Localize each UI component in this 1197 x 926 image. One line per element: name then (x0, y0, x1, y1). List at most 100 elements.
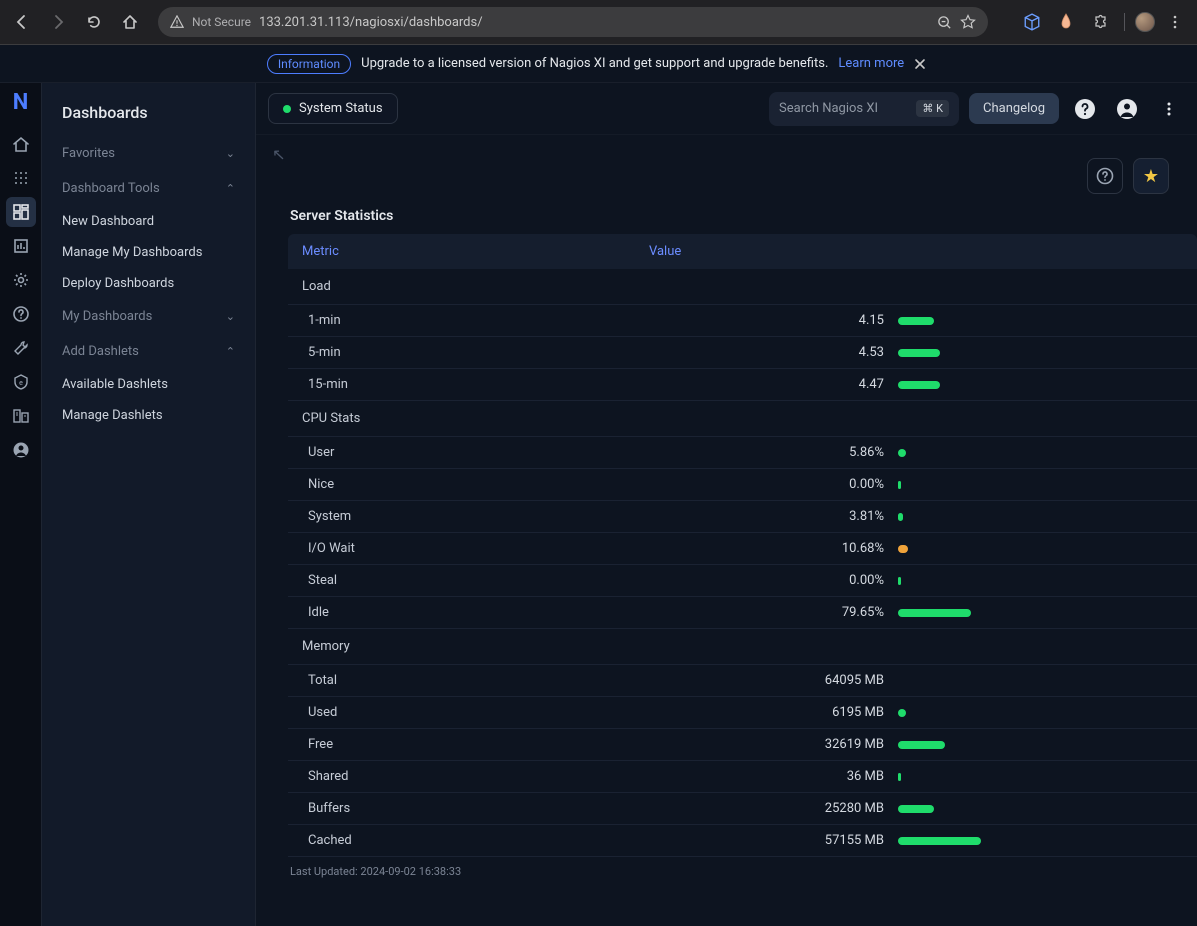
chrome-profile-avatar[interactable] (1135, 12, 1155, 32)
browser-forward-button[interactable] (44, 8, 72, 36)
metric-value: 32619 MB (608, 737, 898, 752)
sidebar-group-label: Favorites (62, 146, 115, 161)
chrome-separator (1124, 13, 1125, 31)
metric-name: Idle (308, 605, 608, 620)
progress-bar (898, 577, 901, 585)
sidebar: Dashboards Favorites ⌄ Dashboard Tools ⌃ New… (42, 83, 256, 926)
chevron-up-icon: ⌃ (226, 182, 235, 195)
expand-corner-icon[interactable]: ↖ (268, 145, 286, 165)
changelog-button[interactable]: Changelog (969, 93, 1059, 124)
metric-value: 4.47 (608, 377, 898, 392)
table-row: Shared36 MB (288, 761, 1197, 793)
browser-address-bar[interactable]: Not Secure 133.201.31.113/nagiosxi/dashb… (158, 7, 988, 37)
app-logo-icon[interactable]: N (8, 89, 34, 115)
address-security-label: Not Secure (192, 15, 251, 29)
browser-home-button[interactable] (116, 8, 144, 36)
dashlet-help-button[interactable] (1087, 158, 1123, 194)
zoom-indicator-icon[interactable] (937, 15, 952, 30)
svg-text:e: e (19, 379, 23, 387)
browser-reload-button[interactable] (80, 8, 108, 36)
progress-bar (898, 609, 971, 617)
metric-name: 1-min (308, 313, 608, 328)
progress-bar (898, 741, 945, 749)
progress-bar (898, 449, 906, 457)
metric-name: Cached (308, 833, 608, 848)
metric-name: 15-min (308, 377, 608, 392)
metric-name: 5-min (308, 345, 608, 360)
col-value[interactable]: Value (649, 244, 1183, 259)
chevron-down-icon: ⌄ (226, 310, 235, 323)
tab-system-status[interactable]: System Status (268, 93, 398, 124)
rail-home-icon[interactable] (6, 129, 36, 159)
rail-dashboards-icon[interactable] (6, 197, 36, 227)
rail-account-icon[interactable] (6, 435, 36, 465)
sidebar-item[interactable]: New Dashboard (42, 206, 255, 237)
metric-value: 4.53 (608, 345, 898, 360)
sidebar-group-label: Dashboard Tools (62, 181, 160, 196)
progress-bar (898, 381, 940, 389)
rail-admin-icon[interactable] (6, 401, 36, 431)
search-input[interactable]: Search Nagios XI ⌘ K (769, 92, 959, 126)
rail-tools-icon[interactable] (6, 333, 36, 363)
progress-bar (898, 349, 940, 357)
topbar-more-icon[interactable] (1153, 93, 1185, 125)
sidebar-group-label: My Dashboards (62, 309, 152, 324)
rail-reports-icon[interactable] (6, 231, 36, 261)
rail-help-icon[interactable] (6, 299, 36, 329)
metric-value: 5.86% (608, 445, 898, 460)
table-row: Free32619 MB (288, 729, 1197, 761)
metric-name: Free (308, 737, 608, 752)
sidebar-item[interactable]: Manage My Dashboards (42, 237, 255, 268)
not-secure-warning-icon (170, 15, 184, 29)
progress-bar (898, 773, 901, 781)
sidebar-group-label: Add Dashlets (62, 344, 139, 359)
metric-value: 0.00% (608, 477, 898, 492)
sidebar-item[interactable]: Manage Dashlets (42, 400, 255, 431)
table-row: User5.86% (288, 437, 1197, 469)
metric-name: User (308, 445, 608, 460)
topbar-account-icon[interactable] (1111, 93, 1143, 125)
rail-configure-icon[interactable] (6, 265, 36, 295)
chevron-up-icon: ⌃ (226, 345, 235, 358)
browser-back-button[interactable] (8, 8, 36, 36)
col-metric[interactable]: Metric (302, 244, 649, 259)
sidebar-title: Dashboards (42, 91, 255, 136)
table-row: 15-min4.47 (288, 369, 1197, 401)
chevron-down-icon: ⌄ (226, 147, 235, 160)
banner-text: Upgrade to a licensed version of Nagios … (361, 56, 828, 71)
table-row: Cached57155 MB (288, 825, 1197, 857)
table-header: Metric Value (288, 234, 1197, 269)
sidebar-group-header[interactable]: Favorites ⌄ (42, 136, 255, 171)
table-row: Steal0.00% (288, 565, 1197, 597)
sidebar-group-header[interactable]: Add Dashlets ⌃ (42, 334, 255, 369)
table-row: 5-min4.53 (288, 337, 1197, 369)
extension-cube-icon[interactable] (1018, 8, 1046, 36)
bookmark-star-icon[interactable] (960, 14, 976, 30)
sidebar-group-header[interactable]: Dashboard Tools ⌃ (42, 171, 255, 206)
extensions-puzzle-icon[interactable] (1086, 8, 1114, 36)
metric-value: 10.68% (608, 541, 898, 556)
table-row: Nice0.00% (288, 469, 1197, 501)
search-kbd-shortcut: ⌘ K (916, 100, 949, 117)
metric-value: 36 MB (608, 769, 898, 784)
rail-enterprise-icon[interactable]: e (6, 367, 36, 397)
rail-views-icon[interactable] (6, 163, 36, 193)
license-info-banner: Information Upgrade to a licensed versio… (0, 45, 1197, 83)
metric-value: 3.81% (608, 509, 898, 524)
banner-learn-more-link[interactable]: Learn more (838, 56, 904, 71)
topbar-help-icon[interactable] (1069, 93, 1101, 125)
extension-dropper-icon[interactable] (1052, 8, 1080, 36)
table-row: I/O Wait10.68% (288, 533, 1197, 565)
banner-close-button[interactable] (914, 58, 930, 70)
metric-value: 6195 MB (608, 705, 898, 720)
favorite-star-button[interactable]: ★ (1133, 158, 1169, 194)
chrome-menu-button[interactable] (1161, 8, 1189, 36)
sidebar-group-header[interactable]: My Dashboards ⌄ (42, 299, 255, 334)
sidebar-item[interactable]: Deploy Dashboards (42, 268, 255, 299)
metric-name: Buffers (308, 801, 608, 816)
metric-name: System (308, 509, 608, 524)
search-placeholder: Search Nagios XI (779, 101, 878, 116)
server-statistics-table: Metric Value Load1-min4.155-min4.5315-mi… (268, 234, 1197, 857)
table-row: System3.81% (288, 501, 1197, 533)
sidebar-item[interactable]: Available Dashlets (42, 369, 255, 400)
